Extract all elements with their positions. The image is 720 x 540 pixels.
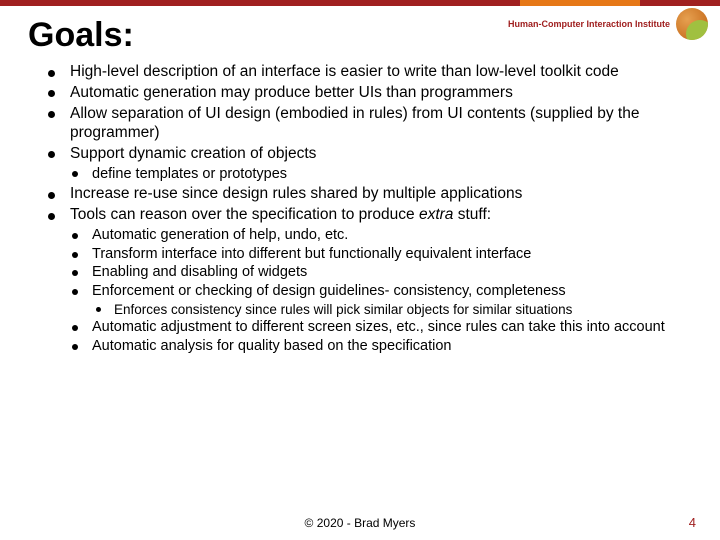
bullet-em: extra <box>419 206 453 223</box>
sub-bullet: Enforcement or checking of design guidel… <box>70 283 690 318</box>
footer-copyright: © 2020 - Brad Myers <box>0 516 720 530</box>
brand-logo-icon <box>676 8 708 40</box>
top-accent <box>520 0 640 6</box>
bullet: Tools can reason over the specification … <box>48 206 690 356</box>
bullet: Allow separation of UI design (embodied … <box>48 105 690 143</box>
bullet: Support dynamic creation of objects defi… <box>48 145 690 184</box>
sub-bullet: Transform interface into different but f… <box>70 246 690 264</box>
page-number: 4 <box>689 515 696 530</box>
slide-content: High-level description of an interface i… <box>0 63 720 356</box>
sub-bullet: Enabling and disabling of widgets <box>70 264 690 282</box>
sub-bullet: Automatic analysis for quality based on … <box>70 338 690 356</box>
sub-bullet-text: Enforcement or checking of design guidel… <box>92 283 566 299</box>
bullet: Automatic generation may produce better … <box>48 84 690 103</box>
sub-bullet: Automatic adjustment to different screen… <box>70 319 690 337</box>
brand-block: Human-Computer Interaction Institute <box>508 8 708 40</box>
bullet-text: stuff: <box>453 206 491 223</box>
sub-bullet: define templates or prototypes <box>70 166 690 184</box>
sub-bullet: Automatic generation of help, undo, etc. <box>70 227 690 245</box>
bullet: Increase re-use since design rules share… <box>48 185 690 204</box>
brand-text: Human-Computer Interaction Institute <box>508 19 670 29</box>
bullet-text: Support dynamic creation of objects <box>70 145 316 162</box>
bullet-text: Tools can reason over the specification … <box>70 206 419 223</box>
bullet: High-level description of an interface i… <box>48 63 690 82</box>
subsub-bullet: Enforces consistency since rules will pi… <box>92 302 690 318</box>
